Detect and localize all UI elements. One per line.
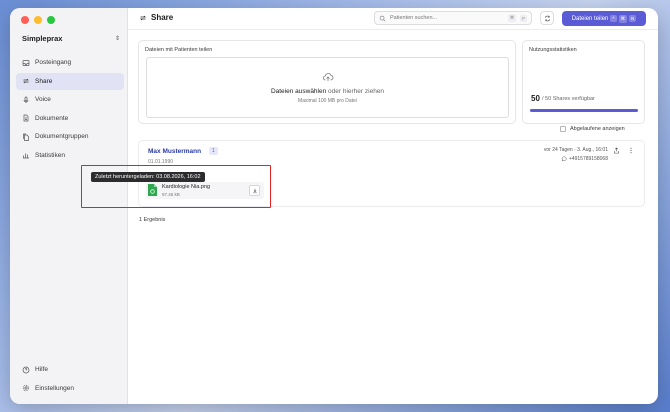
main-content: Share ⌘ F Dateien teilen ^ ⌘ N Dateien m…	[91, 8, 658, 404]
minimize-window-button[interactable]	[34, 16, 42, 24]
patient-birthdate: 01.01.1990	[148, 159, 174, 165]
app-window: Simpleprax ⇕ Posteingang Share Voice Dok…	[10, 8, 658, 404]
usage-stats-total: / 50 Shares verfügbar	[542, 96, 595, 102]
share-files-button[interactable]: Dateien teilen ^ ⌘ N	[562, 11, 646, 26]
shortcut-key-n: N	[629, 15, 637, 22]
sidebar-item-label: Hilfe	[35, 366, 49, 373]
document-icon	[23, 114, 29, 122]
last-download-tooltip: Zuletzt heruntergeladen: 03.08.2026, 16:…	[91, 172, 205, 182]
dropzone-limit: Maximal 100 MB pro Datei	[298, 98, 357, 104]
share-upload-icon[interactable]	[613, 147, 620, 154]
sidebar-item-share[interactable]: Share	[16, 72, 124, 90]
show-expired-toggle[interactable]: Abgelaufene anzeigen	[560, 126, 625, 132]
sidebar-footer: Hilfe Einstellungen	[16, 361, 124, 398]
show-expired-checkbox[interactable]	[560, 126, 566, 132]
upload-card-title: Dateien mit Patienten teilen	[145, 47, 213, 53]
sidebar-item-statistiken[interactable]: Statistiken	[16, 147, 124, 164]
close-window-button[interactable]	[21, 16, 29, 24]
shortcut-key-cmd: ⌘	[507, 14, 517, 22]
sidebar-item-posteingang[interactable]: Posteingang	[16, 54, 124, 71]
page-title-text: Share	[151, 13, 174, 22]
more-vertical-icon[interactable]	[628, 147, 634, 154]
sidebar-item-einstellungen[interactable]: Einstellungen	[16, 380, 124, 397]
microphone-icon	[23, 96, 29, 103]
sidebar-item-label: Dokumentgruppen	[35, 133, 89, 140]
share-files-button-label: Dateien teilen	[571, 15, 609, 22]
dropzone-prompt: Dateien auswählen oder hierher ziehen	[271, 88, 384, 95]
shortcut-key-ctrl: ^	[610, 15, 617, 22]
shortcut-key-cmd: ⌘	[618, 14, 628, 23]
search-input[interactable]	[390, 15, 504, 21]
refresh-icon	[544, 15, 550, 21]
sidebar-item-dokumente[interactable]: Dokumente	[16, 110, 124, 127]
show-expired-label: Abgelaufene anzeigen	[570, 126, 625, 132]
file-dropzone[interactable]: Dateien auswählen oder hierher ziehen Ma…	[146, 57, 509, 118]
patient-phone: +4915789158068	[561, 156, 608, 162]
file-name: Kardiologie Nia.png	[162, 184, 211, 190]
shortcut-key-f: F	[520, 14, 527, 22]
patient-name[interactable]: Max Mustermann	[148, 148, 201, 155]
patient-phone-number: +4915789158068	[568, 156, 608, 162]
gear-icon	[22, 384, 30, 392]
bar-chart-icon	[23, 153, 29, 159]
whatsapp-icon	[561, 156, 567, 162]
sidebar: Simpleprax ⇕ Posteingang Share Voice Dok…	[10, 8, 128, 404]
window-controls	[21, 16, 55, 24]
org-name: Simpleprax	[22, 34, 63, 43]
chevron-updown-icon: ⇕	[114, 36, 120, 42]
share-arrows-icon	[140, 15, 146, 20]
sidebar-item-label: Voice	[35, 96, 51, 103]
search-icon	[379, 15, 386, 21]
usage-stats-card: Nutzungsstatistiken 50 / 50 Shares verfü…	[522, 40, 645, 124]
sidebar-item-label: Statistiken	[35, 151, 65, 159]
image-file-icon	[148, 184, 157, 196]
file-size: 97.46 kB	[162, 192, 180, 197]
sidebar-item-label: Dokumente	[35, 114, 69, 122]
refresh-button[interactable]	[540, 11, 554, 25]
dropzone-drag-hint: oder hierher ziehen	[326, 88, 385, 95]
patient-share-card: Max Mustermann 1 01.01.1990 vor 24 Tagen…	[91, 140, 645, 207]
documents-group-icon	[23, 133, 29, 141]
search-box[interactable]: ⌘ F	[374, 11, 532, 25]
sidebar-item-dokumentgruppen[interactable]: Dokumentgruppen	[16, 128, 124, 145]
topbar: Share ⌘ F Dateien teilen ^ ⌘ N	[128, 8, 658, 30]
select-files-link[interactable]: Dateien auswählen	[271, 88, 326, 95]
usage-progress-bar	[530, 109, 638, 112]
sidebar-item-label: Posteingang	[35, 59, 72, 66]
upload-card: Dateien mit Patienten teilen Dateien aus…	[138, 40, 516, 124]
inbox-icon	[22, 59, 30, 66]
download-icon	[252, 188, 257, 193]
page-title: Share	[139, 13, 173, 22]
sidebar-nav: Posteingang Share Voice Dokumente Dokume…	[16, 54, 124, 165]
sidebar-item-label: Einstellungen	[35, 384, 75, 392]
usage-stats-title: Nutzungsstatistiken	[529, 47, 577, 53]
file-count-badge: 1	[209, 147, 218, 155]
help-icon	[22, 366, 30, 373]
cloud-upload-icon	[322, 73, 333, 81]
sidebar-item-voice[interactable]: Voice	[16, 91, 124, 108]
sidebar-item-hilfe[interactable]: Hilfe	[16, 361, 124, 378]
share-timestamp: vor 24 Tagen · 3. Aug., 16:01	[543, 147, 608, 153]
org-switcher[interactable]: Simpleprax ⇕	[22, 34, 120, 43]
results-count: 1 Ergebnis	[139, 217, 166, 223]
file-chip[interactable]: Kardiologie Nia.png 97.46 kB	[146, 182, 264, 199]
usage-stats-used: 50	[531, 94, 540, 103]
share-arrows-icon	[23, 78, 29, 84]
usage-progress-fill	[530, 109, 638, 112]
download-button[interactable]	[249, 185, 260, 196]
sidebar-item-label: Share	[35, 77, 53, 85]
zoom-window-button[interactable]	[47, 16, 55, 24]
